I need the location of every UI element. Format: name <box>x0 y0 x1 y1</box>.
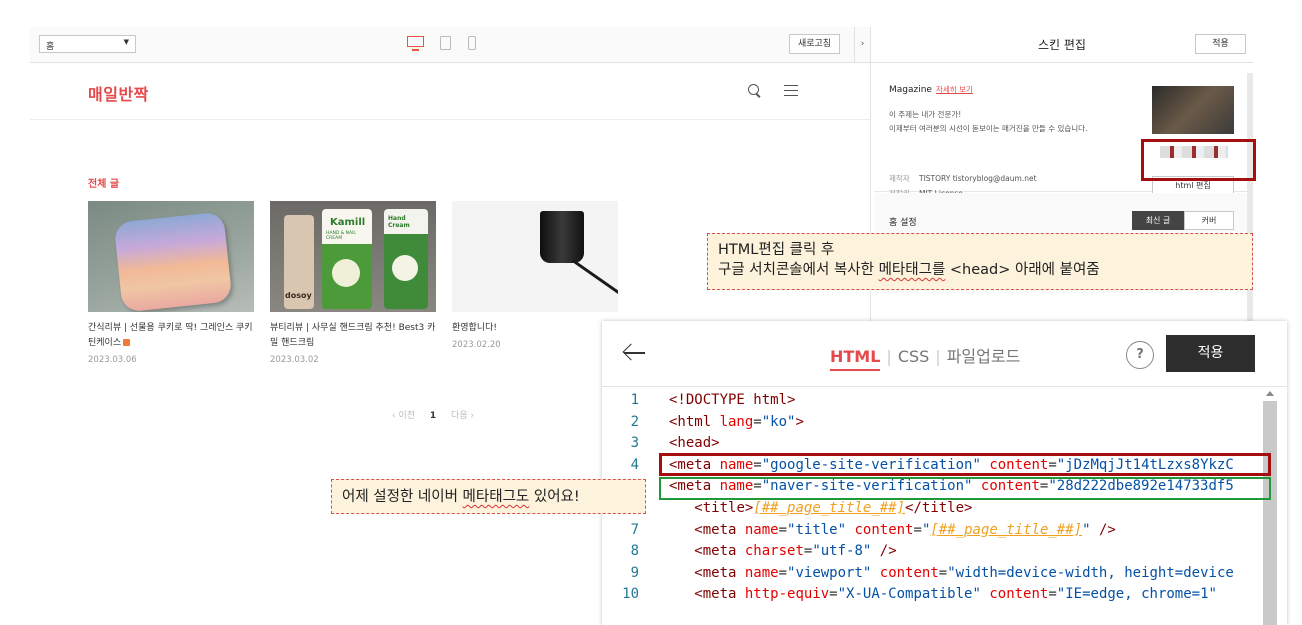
post-thumbnail[interactable] <box>452 201 618 312</box>
code-line[interactable]: 7 <meta name="title" content="[##_page_t… <box>602 519 1252 541</box>
post-thumbnail[interactable]: dosoy Kamill HAND & NAIL CREAM Hand Crea… <box>270 201 436 312</box>
line-number: 3 <box>630 435 639 452</box>
chevron-down-icon: ▼ <box>123 38 129 46</box>
google-meta-highlight <box>659 453 1271 476</box>
prev-page-link[interactable]: ‹ 이전 <box>392 411 415 421</box>
search-icon[interactable] <box>748 84 761 97</box>
skin-apply-button[interactable]: 적용 <box>1195 34 1246 54</box>
line-number: 4 <box>630 456 639 473</box>
tab-css[interactable]: CSS <box>898 347 929 366</box>
pen-image <box>571 259 618 296</box>
editor-tabs: HTML | CSS | 파일업로드 <box>830 343 1020 371</box>
line-number: 8 <box>630 543 639 560</box>
code-area[interactable]: 1 <!DOCTYPE html> 2 <html lang="ko"> 3 <head>… <box>602 387 1252 625</box>
skin-maker: 제작자 TISTORY tistoryblog@daum.net <box>889 174 1037 183</box>
cream-tube-image: Hand Cream <box>384 209 428 309</box>
blog-title[interactable]: 매일반짝 <box>88 81 149 105</box>
post-date: 2023.02.20 <box>452 340 501 350</box>
html-edit-highlight <box>1141 139 1256 181</box>
coffee-mug-image <box>540 211 584 263</box>
post-date: 2023.03.06 <box>88 355 137 365</box>
section-label: 전체 글 <box>88 179 120 190</box>
tab-file-upload[interactable]: 파일업로드 <box>947 343 1021 367</box>
page-select-value: 홈 <box>46 42 55 52</box>
post-title[interactable]: 뷰티리뷰 | 사무실 핸드크림 추천! Best3 카밀 핸드크림 <box>270 321 436 351</box>
pagination: ‹ 이전 1 다음 › <box>392 408 474 421</box>
skin-panel-header: 스킨 편집 적용 <box>871 27 1253 63</box>
cream-tube-image: Kamill HAND & NAIL CREAM <box>322 209 372 309</box>
skin-name: Magazine 자세히 보기 <box>889 85 973 95</box>
post-card[interactable]: 간식리뷰 | 선물용 쿠키로 딱! 그레인스 쿠키 틴케이스 2023.03.0… <box>88 201 254 365</box>
next-page-link[interactable]: 다음 › <box>451 411 474 421</box>
cream-tube-image: dosoy <box>284 215 314 309</box>
mobile-view-icon[interactable] <box>468 36 476 50</box>
code-text: <meta http-equiv="X-UA-Compatible" conte… <box>694 586 1217 603</box>
scrollbar-thumb[interactable] <box>1263 401 1277 625</box>
line-number: 9 <box>630 564 639 581</box>
preview-toolbar: 홈 ▼ 새로고침 › <box>30 27 870 63</box>
code-text: <meta name="title" content="[##_page_tit… <box>694 521 1116 538</box>
collapse-panel-button[interactable]: › <box>854 27 870 63</box>
home-mode-cover[interactable]: 커버 <box>1184 211 1234 230</box>
naver-meta-highlight <box>659 477 1271 500</box>
cookie-tin-image <box>113 211 233 312</box>
annotation-callout: 어제 설정한 네이버 메타태그도 있어요! <box>331 479 646 514</box>
annotation-callout: HTML편집 클릭 후 구글 서치콘솔에서 복사한 메타태그를 <head> 아… <box>707 233 1253 290</box>
code-line[interactable]: 8 <meta charset="utf-8" /> <box>602 540 1252 562</box>
editor-apply-button[interactable]: 적용 <box>1166 335 1255 372</box>
code-line[interactable]: 2 <html lang="ko"> <box>602 411 1252 433</box>
editor-header: HTML | CSS | 파일업로드 ? 적용 <box>602 321 1287 387</box>
code-line[interactable]: 9 <meta name="viewport" content="width=d… <box>602 562 1252 584</box>
editor-scrollbar[interactable] <box>1252 387 1287 625</box>
hamburger-menu-icon[interactable] <box>784 85 798 96</box>
back-arrow-icon[interactable] <box>622 343 646 363</box>
code-line[interactable]: <title>[##_page_title_##]</title> <box>602 497 1252 519</box>
code-text: <html lang="ko"> <box>669 413 804 430</box>
code-text: <!DOCTYPE html> <box>669 392 796 408</box>
skin-preview-image <box>1152 86 1234 134</box>
scroll-up-icon[interactable] <box>1266 391 1274 396</box>
code-line[interactable]: 1 <!DOCTYPE html> <box>602 389 1252 411</box>
post-thumbnail[interactable] <box>88 201 254 312</box>
tablet-view-icon[interactable] <box>440 36 451 50</box>
post-date: 2023.03.02 <box>270 355 319 365</box>
home-settings-label: 홈 설정 <box>889 218 917 228</box>
tab-html[interactable]: HTML <box>830 347 881 371</box>
skin-detail-link[interactable]: 자세히 보기 <box>936 85 973 94</box>
code-line[interactable]: 3 <head> <box>602 432 1252 454</box>
post-card[interactable]: 환영합니다! 2023.02.20 <box>452 201 618 350</box>
home-mode-latest[interactable]: 최신 글 <box>1132 211 1184 230</box>
line-number: 7 <box>630 521 639 538</box>
code-line[interactable]: 10 <meta http-equiv="X-UA-Compatible" co… <box>602 583 1252 605</box>
line-number: 1 <box>630 392 639 408</box>
line-number: 10 <box>622 586 639 603</box>
code-text: <meta charset="utf-8" /> <box>694 543 897 560</box>
code-text: <title>[##_page_title_##]</title> <box>694 500 973 516</box>
page-select[interactable]: 홈 ▼ <box>39 35 136 53</box>
skin-description: 이 주제는 내가 전문가! 이제부터 여러분의 시선이 돋보이는 매거진을 만들… <box>889 110 1088 133</box>
current-page[interactable]: 1 <box>430 411 436 421</box>
line-number: 2 <box>630 413 639 430</box>
help-icon[interactable]: ? <box>1126 341 1154 369</box>
new-badge-icon <box>123 339 131 346</box>
code-text: <meta name="viewport" content="width=dev… <box>694 564 1234 581</box>
post-card[interactable]: dosoy Kamill HAND & NAIL CREAM Hand Crea… <box>270 201 436 365</box>
code-text: <head> <box>669 435 720 452</box>
desktop-view-icon[interactable] <box>407 36 424 51</box>
blog-header: 매일반짝 <box>30 64 870 120</box>
post-title[interactable]: 환영합니다! <box>452 321 618 336</box>
post-title[interactable]: 간식리뷰 | 선물용 쿠키로 딱! 그레인스 쿠키 틴케이스 <box>88 321 254 351</box>
refresh-button[interactable]: 새로고침 <box>789 34 840 54</box>
